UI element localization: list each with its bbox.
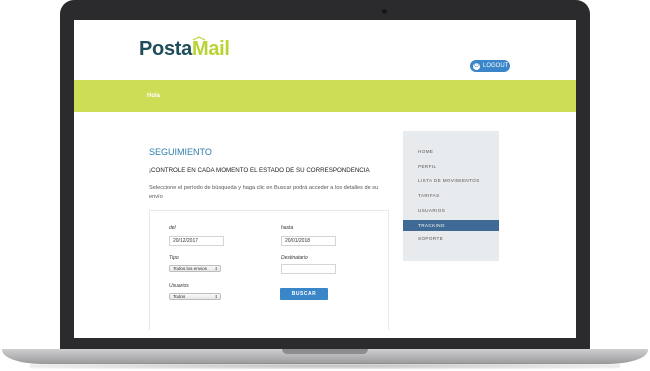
- sidebar-item-usuarios[interactable]: USUARIOS: [403, 205, 499, 216]
- envelope-icon: [192, 36, 206, 41]
- page-description: Seleccione el período de búsqueda y haga…: [149, 185, 379, 200]
- del-date-input[interactable]: 20/12/2017: [169, 236, 224, 246]
- tipo-label: Tipo: [169, 255, 179, 261]
- sidebar-item-perfil[interactable]: PERFIL: [403, 161, 499, 172]
- destinatario-label: Destinatario: [281, 255, 308, 261]
- logout-label: LOGOUT: [483, 63, 509, 69]
- hasta-date-input[interactable]: 20/01/2018: [281, 236, 336, 246]
- sidebar-item-soporte[interactable]: SOPORTE: [403, 233, 499, 244]
- laptop-shadow: [30, 363, 620, 369]
- logout-button[interactable]: ⏻ LOGOUT: [470, 60, 510, 72]
- sidebar-item-lista-de-movimientos[interactable]: LISTA DE MOVIMIENTOS: [403, 175, 499, 186]
- hasta-label: hasta: [281, 225, 294, 231]
- sidebar-item-home[interactable]: HOME: [403, 146, 499, 157]
- logo-envelope-m: M: [192, 36, 209, 61]
- tipo-select-value: Todos los envios: [173, 266, 207, 271]
- tipo-select[interactable]: Todos los envios ⇕: [169, 265, 221, 272]
- usuarios-select-value: Todos: [173, 294, 186, 299]
- sidebar-item-tarifas[interactable]: TARIFAS: [403, 190, 499, 201]
- select-arrows-icon: ⇕: [214, 266, 218, 271]
- del-label: del: [169, 225, 176, 231]
- camera-dot: [382, 9, 387, 14]
- greeting-text: Hola: [147, 93, 161, 99]
- logo-text-ail: ail: [208, 38, 230, 60]
- postamail-logo: PostaM ail: [139, 36, 230, 61]
- search-form: del 20/12/2017 hasta 20/01/2018 Tipo Tod…: [149, 210, 389, 330]
- nav-bar: Hola: [74, 80, 576, 112]
- laptop-base-notch: [282, 349, 368, 354]
- select-arrows-icon: ⇕: [214, 294, 218, 299]
- usuarios-label: Usuarios: [169, 283, 189, 289]
- page-title: SEGUIMIENTO: [149, 147, 212, 157]
- destinatario-input[interactable]: [281, 264, 336, 274]
- sidebar-menu: HOME PERFIL LISTA DE MOVIMIENTOS TARIFAS…: [403, 131, 499, 261]
- usuarios-select[interactable]: Todos ⇕: [169, 293, 221, 300]
- logo-text-posta: Posta: [139, 38, 192, 60]
- sidebar-item-tracking[interactable]: TRACKING: [403, 220, 499, 231]
- screen: PostaM ail ⏻ LOGOUT Hola SEGUIMIENTO ¡CON…: [74, 20, 576, 338]
- page-subtitle: ¡CONTROLE EN CADA MOMENTO EL ESTADO DE S…: [149, 167, 370, 174]
- buscar-button[interactable]: BUSCAR: [280, 288, 328, 300]
- logout-icon: ⏻: [473, 62, 480, 70]
